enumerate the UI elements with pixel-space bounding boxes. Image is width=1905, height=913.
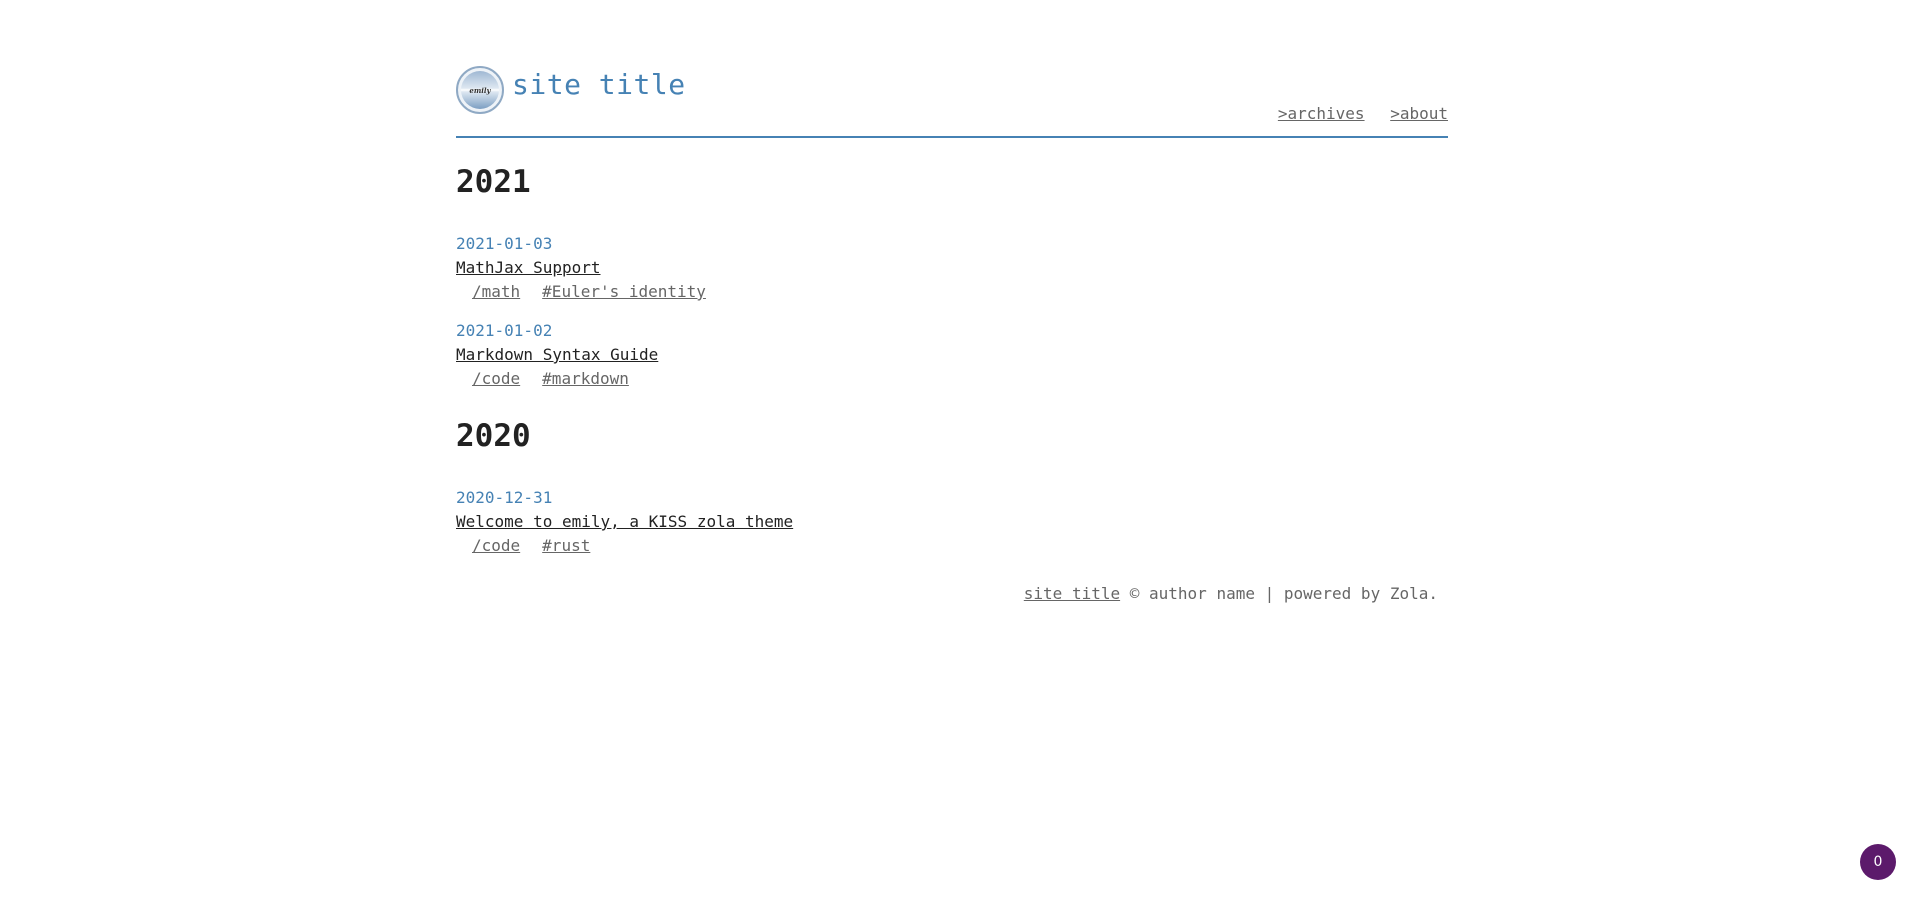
post-entry: 2021-01-03 MathJax Support /math #Euler's… (456, 232, 728, 304)
logo-text: emily (469, 85, 491, 95)
tag-link[interactable]: #rust (542, 536, 590, 555)
post-entry: 2020-12-31 Welcome to emily, a KISS zola… (456, 486, 793, 558)
nav-link-about[interactable]: >about (1390, 104, 1448, 123)
footer-site-link[interactable]: site title (1024, 584, 1120, 603)
post-title-link[interactable]: Markdown Syntax Guide (456, 345, 658, 364)
year-heading: 2020 (456, 418, 531, 454)
nav-link-archives[interactable]: >archives (1278, 104, 1365, 123)
site-header: emily site title >archives >about (456, 64, 1448, 138)
site-title-link[interactable]: site title (512, 68, 686, 101)
post-entry: 2021-01-02 Markdown Syntax Guide /code #m… (456, 319, 658, 391)
post-taxonomies: /code #markdown (456, 367, 658, 391)
main-nav: >archives >about (1262, 104, 1448, 123)
logo-image: emily (461, 71, 499, 109)
post-taxonomies: /math #Euler's identity (456, 280, 728, 304)
tag-link[interactable]: #Euler's identity (542, 282, 706, 301)
category-link[interactable]: /code (472, 536, 520, 555)
site-logo[interactable]: emily (456, 66, 504, 114)
footer-text: © author name | powered by Zola. (1120, 584, 1438, 603)
post-title-link[interactable]: Welcome to emily, a KISS zola theme (456, 512, 793, 531)
post-title-link[interactable]: MathJax Support (456, 258, 601, 277)
post-date: 2020-12-31 (456, 488, 553, 507)
post-date: 2021-01-02 (456, 321, 553, 340)
post-taxonomies: /code #rust (456, 534, 793, 558)
category-link[interactable]: /math (472, 282, 520, 301)
footer-content: site title © author name | powered by Zo… (1024, 584, 1438, 603)
year-heading: 2021 (456, 164, 531, 200)
category-link[interactable]: /code (472, 369, 520, 388)
notification-badge[interactable]: 0 (1860, 844, 1896, 880)
page-container: emily site title >archives >about 2021 2… (456, 64, 1448, 603)
tag-link[interactable]: #markdown (542, 369, 629, 388)
post-date: 2021-01-03 (456, 234, 553, 253)
